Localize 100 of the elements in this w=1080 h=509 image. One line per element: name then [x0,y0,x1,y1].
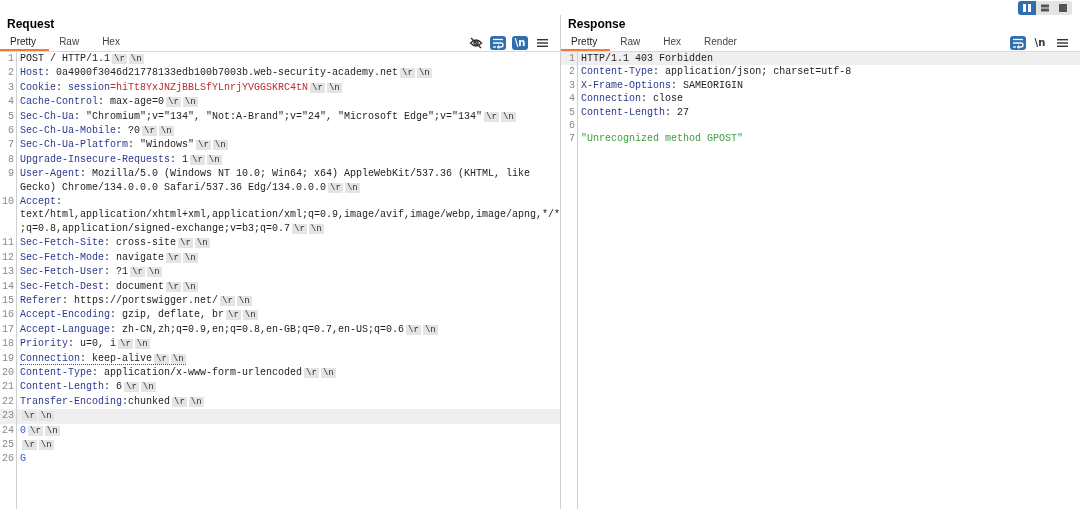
line-number: 18 [2,338,14,350]
escape-marker: \n [194,238,210,249]
escape-marker: \n [128,54,144,64]
line-number: 2 [569,66,576,78]
header-name: Connection [581,93,642,105]
line-number: 7 [569,133,576,145]
line-number: 6 [8,125,14,137]
tab[interactable]: Hex [653,34,695,51]
line-number: 7 [8,139,14,151]
escape-marker: \r [226,310,241,321]
escape-marker: \n [242,310,258,321]
header-name: Sec-Ch-Ua-Platform [20,139,129,151]
escape-marker: \n [38,439,54,450]
escape-marker: \r [310,82,325,93]
header-name: Transfer-Encoding [20,395,123,407]
rows-icon [1040,3,1050,13]
line-number: 21 [2,381,14,393]
code-text: : SAMEORIGIN [671,79,744,91]
escape-marker: \r [178,238,193,249]
cookie-value: =hiTt8YxJNZjBBLSfYLnrjYVGGSKRC4tN [110,81,309,93]
line-number: 3 [569,79,576,91]
escape-marker: \r [304,367,319,378]
escape-marker: \r [190,154,205,165]
code-text: ;q=0.8,application/signed-exchange;v=b3;q=0.7 [20,222,291,234]
header-name: User-Agent [20,168,80,180]
line-number: 4 [8,96,14,108]
header-name: Sec-Fetch-Mode [20,251,104,263]
line-number: 1 [569,53,576,64]
tab[interactable]: Pretty [0,34,50,51]
line-number: 24 [2,424,14,436]
string-literal: "Unrecognized method GPOST" [581,133,744,145]
escape-marker: \r [154,353,169,364]
code-text: : zh-CN,zh;q=0.9,en;q=0.8,en-GB;q=0.7,en-US;q=0.6 [110,323,405,335]
code-text: : cross-site [104,237,177,249]
code-text: : application/x-www-form-urlencoded [92,366,303,378]
escape-marker: \n [344,182,360,193]
escape-marker: \n [134,339,150,350]
header-name: Content-Length [581,106,666,118]
header-name: Cookie [20,81,56,93]
eye-slash-button[interactable] [468,35,485,50]
header-name: Sec-Ch-Ua [20,110,74,122]
escape-marker: \n [308,223,324,234]
columns-layout-button[interactable] [1018,1,1036,15]
line-number: 23 [2,410,14,422]
tab[interactable]: Raw [49,34,93,51]
newline-button[interactable]: \n [1032,35,1048,50]
tab[interactable]: Render [694,34,750,51]
code-text: : https://portswigger.net/ [62,294,219,306]
line-number: 6 [569,120,576,132]
code-text: : document [104,280,165,292]
code-text: :chunked [122,395,171,407]
escape-marker: \n [182,252,198,263]
header-name: Sec-Fetch-Dest [20,280,104,292]
escape-marker: \r [118,339,133,350]
header-name: Host [20,67,44,79]
escape-marker: \n [206,154,222,165]
columns-icon [1022,3,1032,13]
line-number: 16 [2,309,14,321]
escape-marker: \n [182,97,198,108]
escape-marker: \r [130,267,145,278]
escape-marker: \n [422,324,438,335]
tab[interactable]: Hex [92,34,133,51]
escape-marker: \n [158,126,174,137]
body-text: G [20,453,26,465]
escape-marker: \n [140,382,156,393]
code-text: : Mozilla/5.0 (Windows NT 10.0; Win64; x64) AppleWebKit/537.36 (KHTML, like [80,168,531,180]
body-text: 0 [20,424,26,436]
line-number: 3 [8,81,14,93]
header-name: Content-Type [581,66,654,78]
escape-marker: \n [212,140,228,151]
escape-marker: \r [124,382,139,393]
escape-marker: \r [142,126,157,137]
line-number: 25 [2,438,14,450]
line-number: 9 [8,168,14,180]
line-number: 5 [8,110,14,122]
line-number: 8 [8,153,14,165]
header-name: Content-Length [20,381,104,393]
code-text: : 1 [170,153,189,165]
tab[interactable]: Raw [610,34,654,51]
code-text: : close [641,93,684,105]
header-name: Accept [20,196,56,208]
newline-button[interactable]: \n [512,35,529,50]
escape-marker: \n [182,281,198,292]
header-name: Sec-Ch-Ua-Mobile [20,125,116,137]
wrap-button[interactable] [490,35,507,50]
code-text: POST / HTTP/1.1 [20,53,110,64]
escape-marker: \n [44,425,60,436]
code-text: : ?0 [116,125,141,137]
escape-marker: \n [416,68,432,79]
escape-marker: \n [38,411,54,422]
line-number: 26 [2,453,14,465]
wrap-button[interactable] [1010,35,1026,50]
code-text: HTTP/1.1 403 Forbidden [581,53,714,64]
line-number: 19 [2,352,14,364]
code-text: : application/json; charset=utf-8 [653,66,852,78]
header-name: session [68,81,111,93]
escape-marker: \r [112,54,127,64]
escape-marker: \n [320,367,336,378]
escape-marker: \r [166,281,181,292]
code-text: : 0a4900f3046d21778133edb100b7003b.web-security-academy.net [44,67,399,79]
